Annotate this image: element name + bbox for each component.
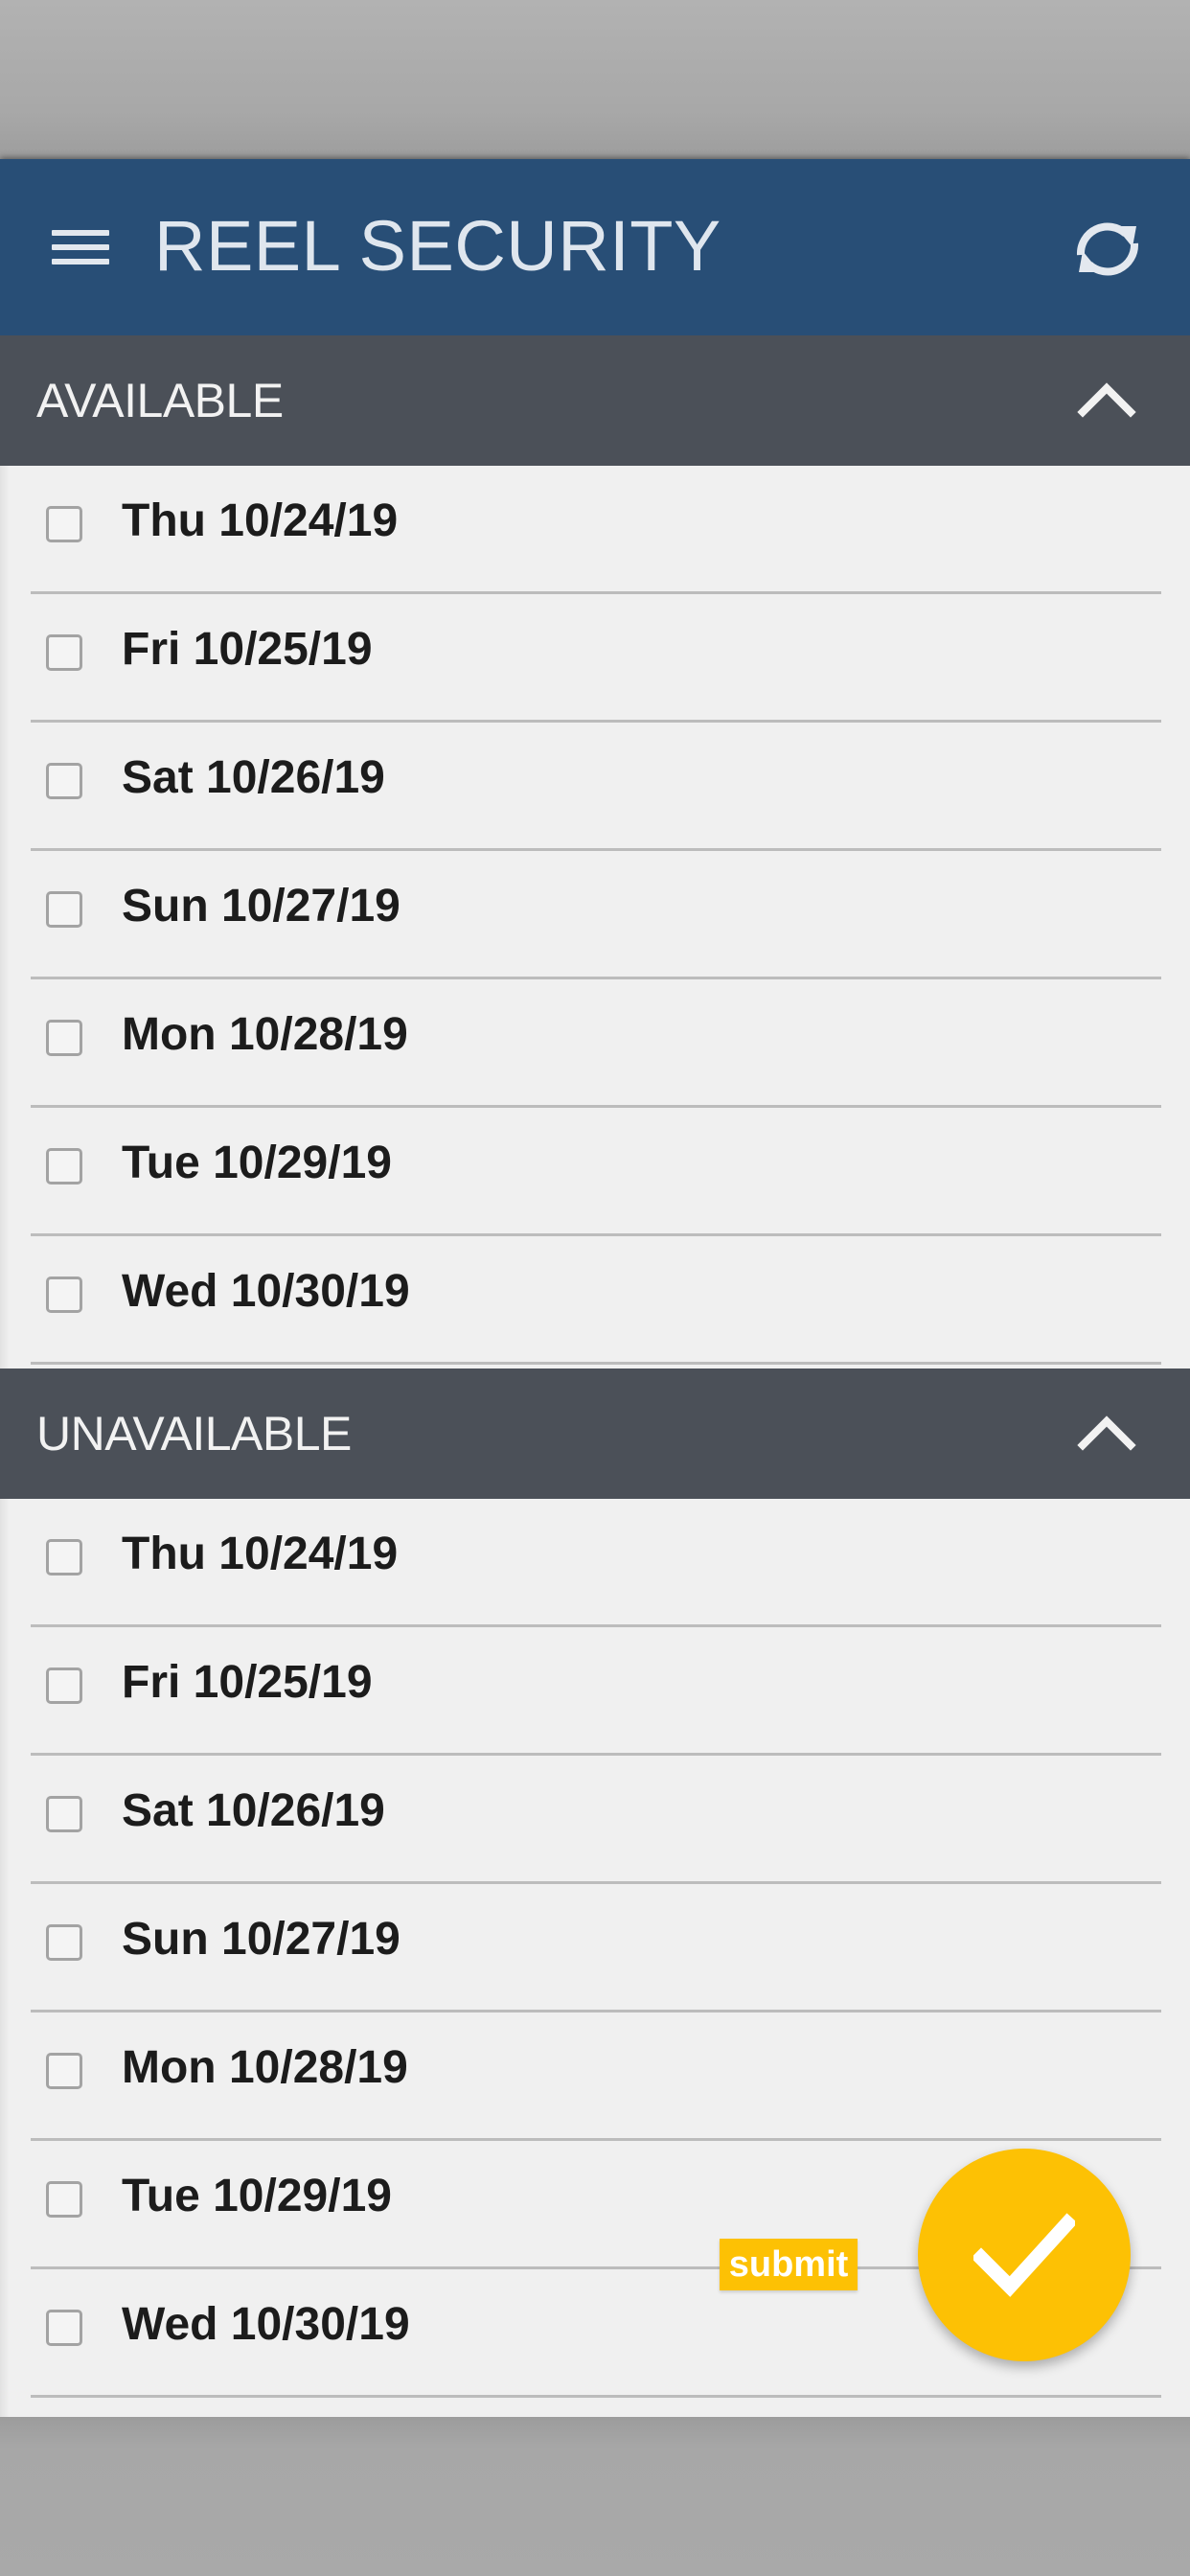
checkbox[interactable] bbox=[46, 1668, 82, 1704]
date-label: Sat 10/26/19 bbox=[122, 1785, 385, 1836]
date-label: Thu 10/24/19 bbox=[122, 495, 399, 546]
section-title: AVAILABLE bbox=[36, 374, 284, 427]
list-item[interactable]: Sat 10/26/19 bbox=[0, 723, 1190, 851]
divider bbox=[31, 2395, 1161, 2398]
checkbox[interactable] bbox=[46, 1539, 82, 1576]
section-header-unavailable[interactable]: UNAVAILABLE bbox=[0, 1368, 1190, 1499]
checkmark-icon bbox=[973, 2213, 1075, 2297]
refresh-icon[interactable] bbox=[1073, 215, 1142, 284]
status-area-backdrop bbox=[0, 0, 1190, 159]
list-item[interactable]: Sat 10/26/19 bbox=[0, 1756, 1190, 1884]
section-header-available[interactable]: AVAILABLE bbox=[0, 335, 1190, 466]
chevron-up-icon[interactable] bbox=[1075, 378, 1138, 420]
list-item[interactable]: Tue 10/29/19 bbox=[0, 1108, 1190, 1236]
date-label: Mon 10/28/19 bbox=[122, 1009, 408, 1060]
list-item[interactable]: Sun 10/27/19 bbox=[0, 851, 1190, 979]
checkbox[interactable] bbox=[46, 1924, 82, 1961]
date-label: Fri 10/25/19 bbox=[122, 1657, 373, 1708]
date-label: Sat 10/26/19 bbox=[122, 752, 385, 803]
checkbox[interactable] bbox=[46, 1148, 82, 1184]
checkbox[interactable] bbox=[46, 634, 82, 671]
app-bar: REEL SECURITY bbox=[0, 159, 1190, 335]
date-label: Tue 10/29/19 bbox=[122, 1138, 392, 1188]
submit-tooltip: submit bbox=[720, 2239, 858, 2290]
list-item[interactable]: Thu 10/24/19 bbox=[0, 466, 1190, 594]
divider bbox=[31, 1362, 1161, 1365]
date-label: Fri 10/25/19 bbox=[122, 624, 373, 675]
checkbox[interactable] bbox=[46, 2181, 82, 2218]
checkbox[interactable] bbox=[46, 506, 82, 542]
date-label: Thu 10/24/19 bbox=[122, 1529, 399, 1579]
checkbox[interactable] bbox=[46, 763, 82, 799]
list-item[interactable]: Thu 10/24/19 bbox=[0, 1499, 1190, 1627]
checkbox[interactable] bbox=[46, 2053, 82, 2089]
navigation-area-backdrop bbox=[0, 2417, 1190, 2576]
list-item[interactable]: Fri 10/25/19 bbox=[0, 1627, 1190, 1756]
checkbox[interactable] bbox=[46, 1276, 82, 1313]
date-label: Tue 10/29/19 bbox=[122, 2171, 392, 2221]
checkbox[interactable] bbox=[46, 1796, 82, 1832]
checkbox[interactable] bbox=[46, 1020, 82, 1056]
list-item[interactable]: Sun 10/27/19 bbox=[0, 1884, 1190, 2012]
list-item[interactable]: Mon 10/28/19 bbox=[0, 979, 1190, 1108]
list-item[interactable]: Wed 10/30/19 bbox=[0, 1236, 1190, 1365]
list-item[interactable]: Fri 10/25/19 bbox=[0, 594, 1190, 723]
date-label: Wed 10/30/19 bbox=[122, 2299, 410, 2350]
available-list: Thu 10/24/19 Fri 10/25/19 Sat 10/26/19 S… bbox=[0, 466, 1190, 1365]
date-label: Sun 10/27/19 bbox=[122, 881, 400, 932]
list-item[interactable]: Mon 10/28/19 bbox=[0, 2012, 1190, 2141]
checkbox[interactable] bbox=[46, 2310, 82, 2346]
chevron-up-icon[interactable] bbox=[1075, 1411, 1138, 1453]
app-window: REEL SECURITY AVAILABLE Thu 10/24/19 Fri… bbox=[0, 159, 1190, 2417]
app-title: REEL SECURITY bbox=[154, 206, 721, 286]
checkbox[interactable] bbox=[46, 891, 82, 928]
hamburger-menu-icon[interactable] bbox=[52, 228, 109, 266]
date-label: Sun 10/27/19 bbox=[122, 1914, 400, 1965]
section-title: UNAVAILABLE bbox=[36, 1407, 352, 1460]
date-label: Mon 10/28/19 bbox=[122, 2042, 408, 2093]
submit-button[interactable] bbox=[918, 2149, 1131, 2361]
date-label: Wed 10/30/19 bbox=[122, 1266, 410, 1317]
